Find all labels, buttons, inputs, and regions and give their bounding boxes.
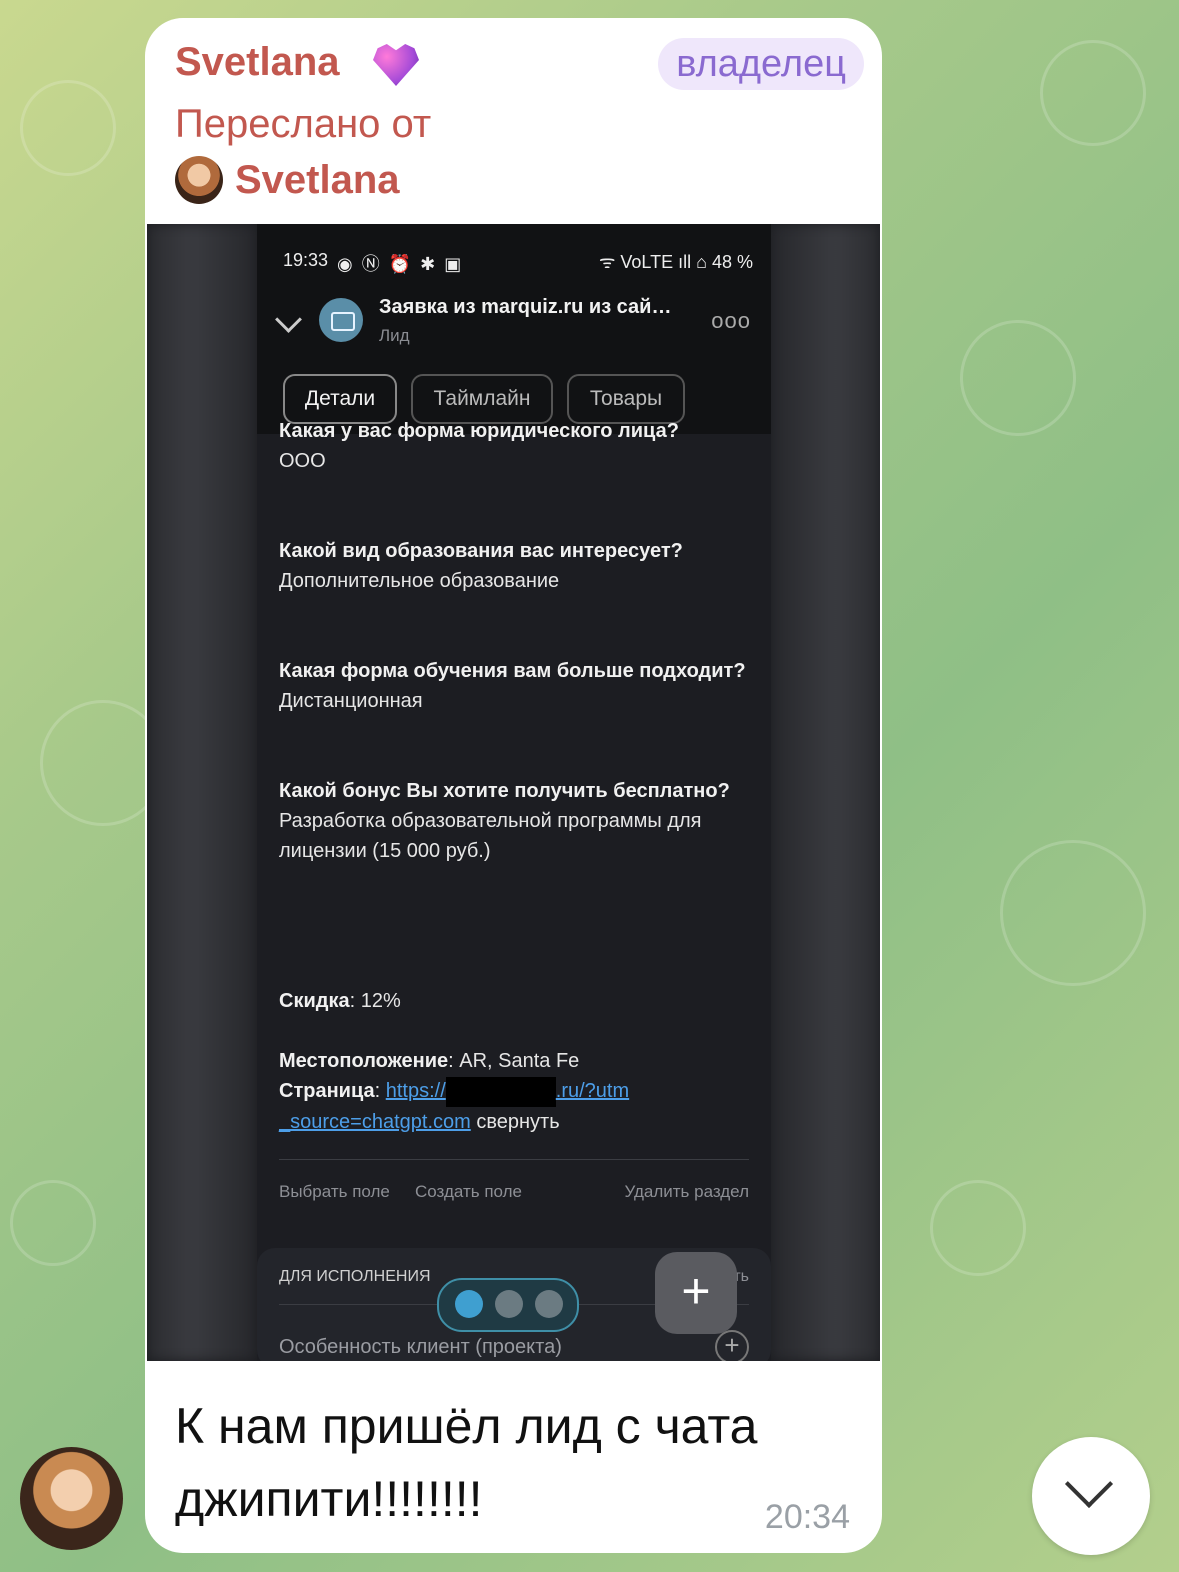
- message-bubble[interactable]: Svetlana владелец Переслано от Svetlana …: [145, 18, 882, 1553]
- sender-name[interactable]: Svetlana: [175, 40, 340, 85]
- status-icons: ◉ Ⓝ ⏰ ✱ ▣: [337, 254, 464, 274]
- location-value: : AR, Santa Fe: [448, 1050, 580, 1072]
- qa-item: Какая форма обучения вам больше подходит…: [279, 656, 749, 716]
- forwarded-from-avatar[interactable]: [175, 156, 223, 204]
- more-icon: ooo: [711, 308, 751, 333]
- footer-select-field: Выбрать поле: [279, 1182, 390, 1201]
- crm-lead-screen: 19:33 ◉ Ⓝ ⏰ ✱ ▣ ᯤ VoLTE ıll ⌂ 48 % Заявк…: [257, 224, 771, 1361]
- chevron-down-icon: [275, 306, 302, 333]
- status-battery-signal: ᯤ VoLTE ıll ⌂ 48 %: [598, 252, 753, 272]
- page-label: Страница: [279, 1080, 375, 1102]
- page-row: Страница: https:// .ru/?utm _source=chatgp…: [279, 1076, 749, 1137]
- discount-row: Скидка: 12%: [279, 986, 749, 1016]
- section-title: ДЛЯ ИСПОЛНЕНИЯ: [279, 1268, 431, 1285]
- message-time: 20:34: [764, 1498, 850, 1536]
- lead-title: Заявка из marquiz.ru из сай…: [379, 296, 672, 318]
- footer-delete-section: Удалить раздел: [624, 1182, 750, 1201]
- page-link: https://: [385, 1080, 446, 1102]
- answer: ООО: [279, 450, 326, 472]
- answer: Дистанционная: [279, 690, 423, 712]
- lead-subtitle: Лид: [379, 326, 410, 345]
- author-avatar[interactable]: [20, 1447, 123, 1550]
- scroll-down-button[interactable]: [1032, 1437, 1150, 1555]
- attached-screenshot[interactable]: 19:33 ◉ Ⓝ ⏰ ✱ ▣ ᯤ VoLTE ıll ⌂ 48 % Заявк…: [147, 224, 880, 1361]
- qa-item: Какой бонус Вы хотите получить бесплатно…: [279, 776, 749, 866]
- blurred-edge-right: [770, 224, 880, 1361]
- location-row: Местоположение: AR, Santa Fe: [279, 1046, 749, 1076]
- chat-icon: [535, 1290, 563, 1318]
- crm-header: 19:33 ◉ Ⓝ ⏰ ✱ ▣ ᯤ VoLTE ıll ⌂ 48 % Заявк…: [257, 224, 771, 434]
- location-label: Местоположение: [279, 1050, 449, 1072]
- mail-icon: [495, 1290, 523, 1318]
- phone-icon: [455, 1290, 483, 1318]
- lead-card-icon: [319, 298, 363, 342]
- discount-label: Скидка: [279, 990, 350, 1012]
- page-link-end: .ru/?utm: [555, 1080, 630, 1102]
- contact-dock: [437, 1278, 579, 1332]
- question: Какой бонус Вы хотите получить бесплатно…: [279, 780, 730, 802]
- answer: Разработка образовательной программы для…: [279, 810, 702, 862]
- section-row: Особенность клиент (проекта): [279, 1336, 562, 1358]
- discount-value: : 12%: [349, 990, 401, 1012]
- redaction-box: [445, 1076, 556, 1107]
- answer: Дополнительное образование: [279, 570, 560, 592]
- page-link-tail: _source=chatgpt.com: [279, 1110, 471, 1133]
- collapse-link: свернуть: [470, 1110, 560, 1133]
- footer-create-field: Создать поле: [415, 1182, 522, 1201]
- blurred-edge-left: [147, 224, 257, 1361]
- plus-icon: +: [715, 1330, 749, 1361]
- question: Какая форма обучения вам больше подходит…: [279, 660, 746, 682]
- question: Какой вид образования вас интересует?: [279, 540, 683, 562]
- role-badge: владелец: [658, 38, 864, 90]
- divider: [279, 1159, 749, 1160]
- forwarded-label: Переслано от: [175, 102, 432, 146]
- status-time: 19:33: [283, 250, 329, 270]
- question: Какая у вас форма юридического лица?: [279, 420, 679, 442]
- qa-item: Какой вид образования вас интересует? До…: [279, 536, 749, 596]
- add-fab: +: [655, 1252, 737, 1334]
- message-text: К нам пришёл лид с чата джипити!!!!!!!!: [175, 1398, 758, 1527]
- heart-emoji-icon: [373, 44, 419, 86]
- page-colon: :: [374, 1080, 386, 1102]
- forwarded-from-name[interactable]: Svetlana: [235, 158, 400, 203]
- qa-item: Какая у вас форма юридического лица? ООО: [279, 416, 749, 476]
